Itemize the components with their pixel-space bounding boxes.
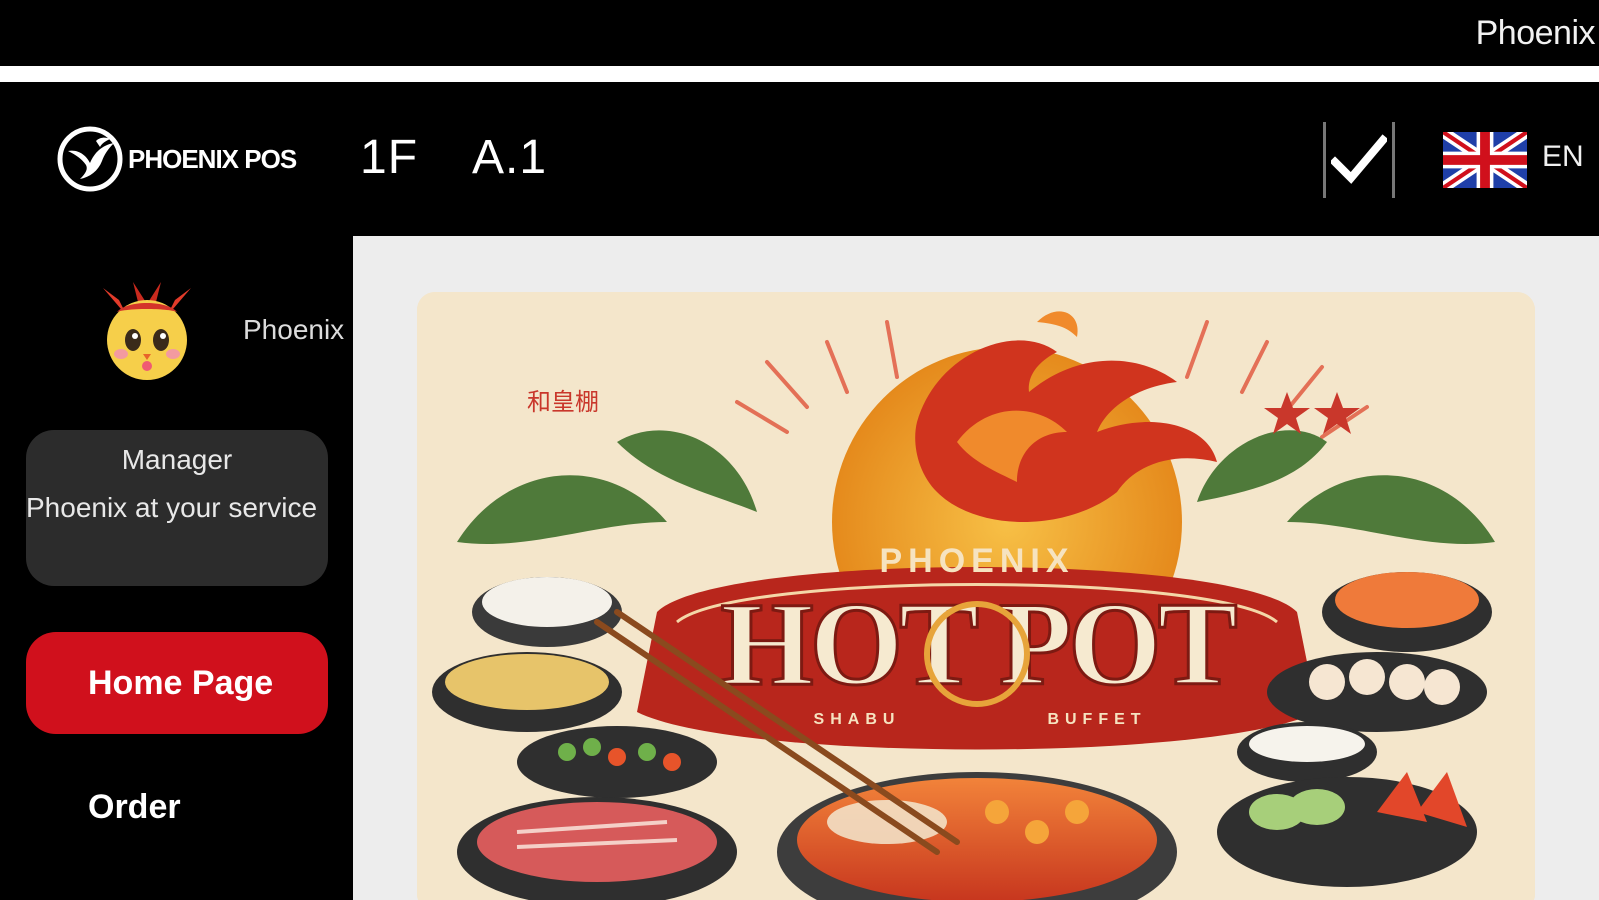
role-card: Manager Phoenix at your service (26, 430, 328, 586)
poster-subtitle-right: BUFFET (1047, 711, 1146, 728)
logo-text: PHOENIX POS (128, 143, 297, 174)
nav-order-label: Order (88, 788, 181, 826)
logo[interactable]: PHOENIX POS (56, 125, 297, 193)
language-code[interactable]: EN (1542, 140, 1584, 174)
avatar[interactable] (93, 278, 201, 386)
poster-subtitle-left: SHABU (814, 711, 901, 728)
nav-home-page[interactable]: Home Page (26, 632, 328, 734)
top-bar: Phoenix (0, 0, 1599, 66)
main-content: 和皇棚 PHOENIX HOT POT SHABU BUFFET (353, 236, 1599, 900)
phoenix-logo-icon (57, 126, 123, 192)
app-header: PHOENIX POS 1F A.1 EN (0, 82, 1599, 236)
confirm-button[interactable] (1323, 122, 1395, 198)
svg-text:和皇棚: 和皇棚 (527, 388, 599, 416)
role-greeting: Phoenix at your service (26, 492, 318, 523)
user-name: Phoenix (243, 314, 345, 345)
poster-artwork: 和皇棚 PHOENIX HOT POT SHABU BUFFET (417, 292, 1535, 900)
role-title: Manager (121, 444, 233, 475)
top-bar-title: Phoenix (1475, 14, 1596, 52)
checkmark-icon (1331, 134, 1387, 184)
poster-brand: PHOENIX (879, 542, 1074, 580)
nav-order[interactable]: Order (88, 788, 181, 827)
divider (0, 66, 1599, 82)
table-number: 1F A.1 (360, 131, 548, 184)
poster-title: HOT POT (720, 577, 1236, 710)
promo-poster: 和皇棚 PHOENIX HOT POT SHABU BUFFET (417, 292, 1535, 900)
sidebar: Phoenix Manager Phoenix at your service … (0, 236, 353, 900)
uk-flag-icon[interactable] (1443, 132, 1527, 188)
nav-home-label: Home Page (88, 663, 274, 702)
